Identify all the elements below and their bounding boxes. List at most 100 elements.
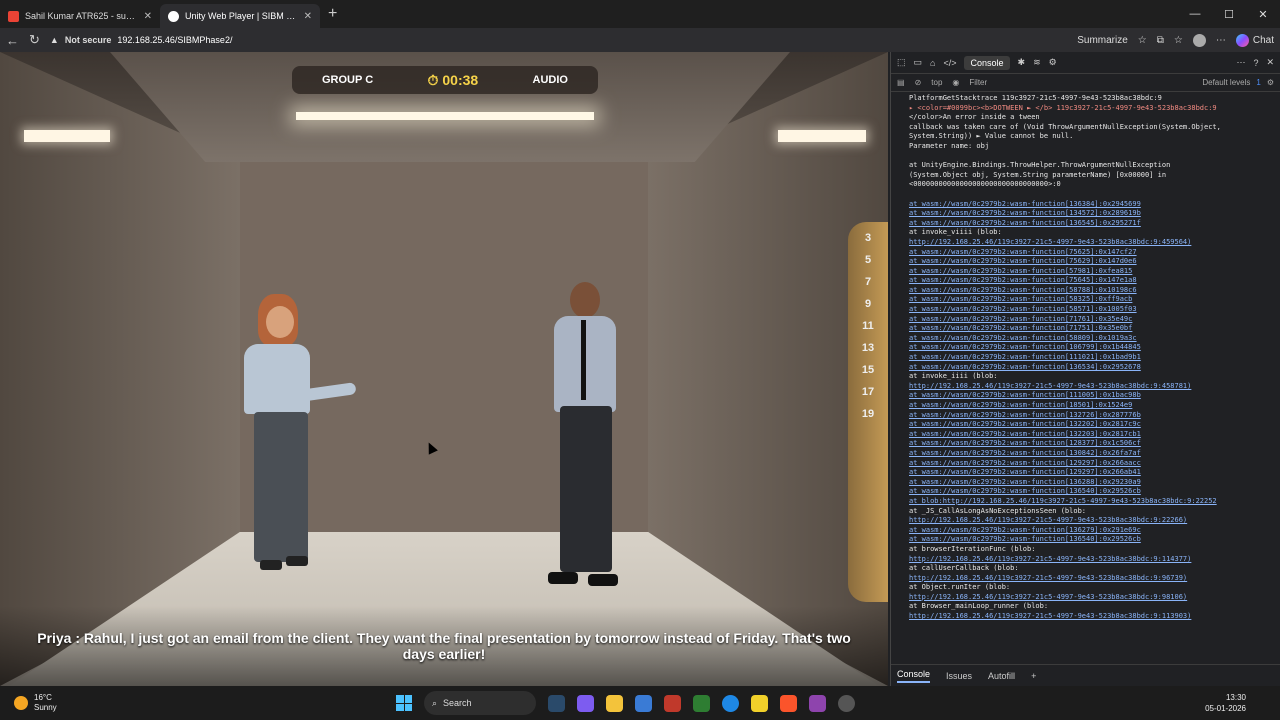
console-log-line[interactable]: at wasm://wasm/0c2979b2:wasm-function[71… [909, 315, 1274, 325]
network-icon[interactable]: ≋ [1033, 57, 1041, 68]
console-log-line[interactable]: http://192.168.25.46/119c3927-21c5-4997-… [909, 238, 1274, 248]
unity-hub-icon[interactable] [838, 694, 855, 712]
console-log-line[interactable]: at wasm://wasm/0c2979b2:wasm-function[13… [909, 420, 1274, 430]
console-log-line[interactable]: at wasm://wasm/0c2979b2:wasm-function[13… [909, 209, 1274, 219]
elements-icon[interactable]: </> [943, 58, 956, 68]
clear-console-icon[interactable]: ⊘ [915, 78, 922, 87]
snipping-icon[interactable] [664, 694, 681, 712]
sidebar-toggle-icon[interactable]: ▤ [897, 78, 905, 87]
issue-count-badge[interactable]: 1 [1256, 78, 1260, 87]
console-log-line[interactable]: at wasm://wasm/0c2979b2:wasm-function[11… [909, 353, 1274, 363]
console-filter-bar: ▤ ⊘ top ◉ Filter Default levels 1 ⚙ [891, 74, 1280, 92]
bug-icon[interactable]: ✱ [1018, 57, 1026, 68]
more-icon[interactable]: ⋯ [1236, 57, 1245, 68]
context-select[interactable]: top [931, 78, 942, 87]
tab-console[interactable]: Console [964, 55, 1010, 70]
close-icon[interactable]: ✕ [304, 11, 312, 22]
file-explorer-icon[interactable] [606, 694, 623, 712]
console-log-line[interactable]: http://192.168.25.46/119c3927-21c5-4997-… [909, 574, 1274, 584]
xbox-icon[interactable] [693, 694, 710, 712]
tab-gmail[interactable]: Sahil Kumar ATR625 - suruchi.shri ✕ [0, 4, 160, 28]
inspect-icon[interactable]: ⬚ [897, 57, 906, 68]
weather-condition: Sunny [34, 703, 57, 712]
console-log-line[interactable]: at wasm://wasm/0c2979b2:wasm-function[58… [909, 295, 1274, 305]
console-log-line[interactable]: at wasm://wasm/0c2979b2:wasm-function[13… [909, 363, 1274, 373]
console-log-line[interactable]: at wasm://wasm/0c2979b2:wasm-function[13… [909, 430, 1274, 440]
url-field[interactable]: ▲ Not secure 192.168.25.46/SIBMPhase2/ [50, 35, 233, 45]
console-log-line[interactable]: at wasm://wasm/0c2979b2:wasm-function[57… [909, 267, 1274, 277]
console-log-line[interactable]: at wasm://wasm/0c2979b2:wasm-function[58… [909, 286, 1274, 296]
console-log-line[interactable]: at wasm://wasm/0c2979b2:wasm-function[12… [909, 468, 1274, 478]
settings-icon[interactable]: ⚙ [1267, 78, 1274, 87]
console-log-line[interactable]: at wasm://wasm/0c2979b2:wasm-function[18… [909, 401, 1274, 411]
drawer-tab-console[interactable]: Console [897, 669, 931, 683]
task-view-icon[interactable] [548, 694, 565, 712]
console-log-line[interactable]: at blob:http://192.168.25.46/119c3927-21… [909, 497, 1274, 507]
console-log-line[interactable]: at wasm://wasm/0c2979b2:wasm-function[58… [909, 305, 1274, 315]
console-log-line[interactable]: at wasm://wasm/0c2979b2:wasm-function[12… [909, 439, 1274, 449]
edge-icon[interactable] [722, 694, 739, 712]
drawer-tab-autofill[interactable]: Autofill [988, 671, 1015, 681]
chat-button[interactable]: Chat [1235, 33, 1274, 47]
minimize-button[interactable]: — [1178, 0, 1212, 28]
tab-unity[interactable]: Unity Web Player | SIBM Phase ✕ [160, 4, 320, 28]
console-log-line[interactable]: at wasm://wasm/0c2979b2:wasm-function[13… [909, 478, 1274, 488]
console-log-line[interactable]: http://192.168.25.46/119c3927-21c5-4997-… [909, 555, 1274, 565]
close-window-button[interactable]: ✕ [1246, 0, 1280, 28]
console-log-line[interactable]: at wasm://wasm/0c2979b2:wasm-function[11… [909, 391, 1274, 401]
console-log-line[interactable]: http://192.168.25.46/119c3927-21c5-4997-… [909, 516, 1274, 526]
console-log-line[interactable]: http://192.168.25.46/119c3927-21c5-4997-… [909, 382, 1274, 392]
taskbar-search[interactable]: ⌕ Search [424, 691, 536, 715]
system-clock[interactable]: 13:30 05-01-2026 [1205, 692, 1246, 714]
console-log-line[interactable]: at wasm://wasm/0c2979b2:wasm-function[10… [909, 343, 1274, 353]
console-log-line[interactable]: at wasm://wasm/0c2979b2:wasm-function[71… [909, 324, 1274, 334]
store-icon[interactable] [635, 694, 652, 712]
floor-number: 3 [864, 232, 872, 244]
more-icon[interactable]: ⋯ [1216, 35, 1226, 46]
home-icon[interactable]: ⌂ [930, 58, 935, 68]
console-log-line[interactable]: http://192.168.25.46/119c3927-21c5-4997-… [909, 593, 1274, 603]
sticky-notes-icon[interactable] [751, 694, 768, 712]
unity-game-canvas[interactable]: 3 5 7 9 11 13 15 17 19 GROUP C ⏱ 00:38 A… [0, 52, 888, 686]
copilot-icon[interactable] [577, 694, 594, 712]
settings-icon[interactable]: ⚙ [1049, 57, 1057, 68]
console-log-line[interactable]: at wasm://wasm/0c2979b2:wasm-function[13… [909, 200, 1274, 210]
help-icon[interactable]: ? [1253, 58, 1258, 68]
profile-avatar[interactable] [1192, 33, 1206, 47]
close-devtools-icon[interactable]: ✕ [1266, 57, 1274, 68]
console-log-line[interactable]: at wasm://wasm/0c2979b2:wasm-function[75… [909, 248, 1274, 258]
back-icon[interactable]: ← [6, 33, 19, 48]
console-log-line[interactable]: at wasm://wasm/0c2979b2:wasm-function[75… [909, 257, 1274, 267]
console-log-line[interactable]: at wasm://wasm/0c2979b2:wasm-function[13… [909, 449, 1274, 459]
drawer-tab-issues[interactable]: Issues [946, 671, 972, 681]
floor-number: 11 [862, 320, 874, 332]
weather-widget[interactable]: 16°C Sunny [14, 693, 57, 713]
console-log-line[interactable]: at wasm://wasm/0c2979b2:wasm-function[75… [909, 276, 1274, 286]
console-log-line[interactable]: at wasm://wasm/0c2979b2:wasm-function[13… [909, 526, 1274, 536]
add-tab-icon[interactable]: + [1031, 671, 1036, 681]
device-icon[interactable]: ▭ [914, 57, 923, 68]
levels-select[interactable]: Default levels [1202, 78, 1250, 87]
console-log-line[interactable]: at wasm://wasm/0c2979b2:wasm-function[13… [909, 219, 1274, 229]
console-log-line[interactable]: at wasm://wasm/0c2979b2:wasm-function[13… [909, 487, 1274, 497]
reload-icon[interactable]: ↻ [29, 32, 40, 48]
console-log-line[interactable]: at wasm://wasm/0c2979b2:wasm-function[13… [909, 411, 1274, 421]
console-log-line[interactable]: at wasm://wasm/0c2979b2:wasm-function[13… [909, 535, 1274, 545]
summarize-button[interactable]: Summarize [1077, 35, 1128, 46]
audio-button[interactable]: AUDIO [533, 74, 568, 86]
favorites-icon[interactable]: ☆ [1174, 35, 1183, 46]
close-icon[interactable]: ✕ [144, 11, 152, 22]
start-button[interactable] [396, 695, 412, 711]
console-log-line[interactable]: http://192.168.25.46/119c3927-21c5-4997-… [909, 612, 1274, 622]
maximize-button[interactable]: ☐ [1212, 0, 1246, 28]
eye-icon[interactable]: ◉ [952, 78, 959, 87]
url-text[interactable]: 192.168.25.46/SIBMPhase2/ [117, 35, 232, 45]
extensions-icon[interactable]: ⧉ [1157, 35, 1164, 46]
new-tab-button[interactable]: + [328, 5, 337, 23]
visual-studio-icon[interactable] [809, 694, 826, 712]
console-log-line[interactable]: at wasm://wasm/0c2979b2:wasm-function[58… [909, 334, 1274, 344]
filter-input[interactable]: Filter [969, 78, 987, 87]
star-icon[interactable]: ☆ [1138, 35, 1147, 46]
console-log-line[interactable]: at wasm://wasm/0c2979b2:wasm-function[12… [909, 459, 1274, 469]
brave-icon[interactable] [780, 694, 797, 712]
